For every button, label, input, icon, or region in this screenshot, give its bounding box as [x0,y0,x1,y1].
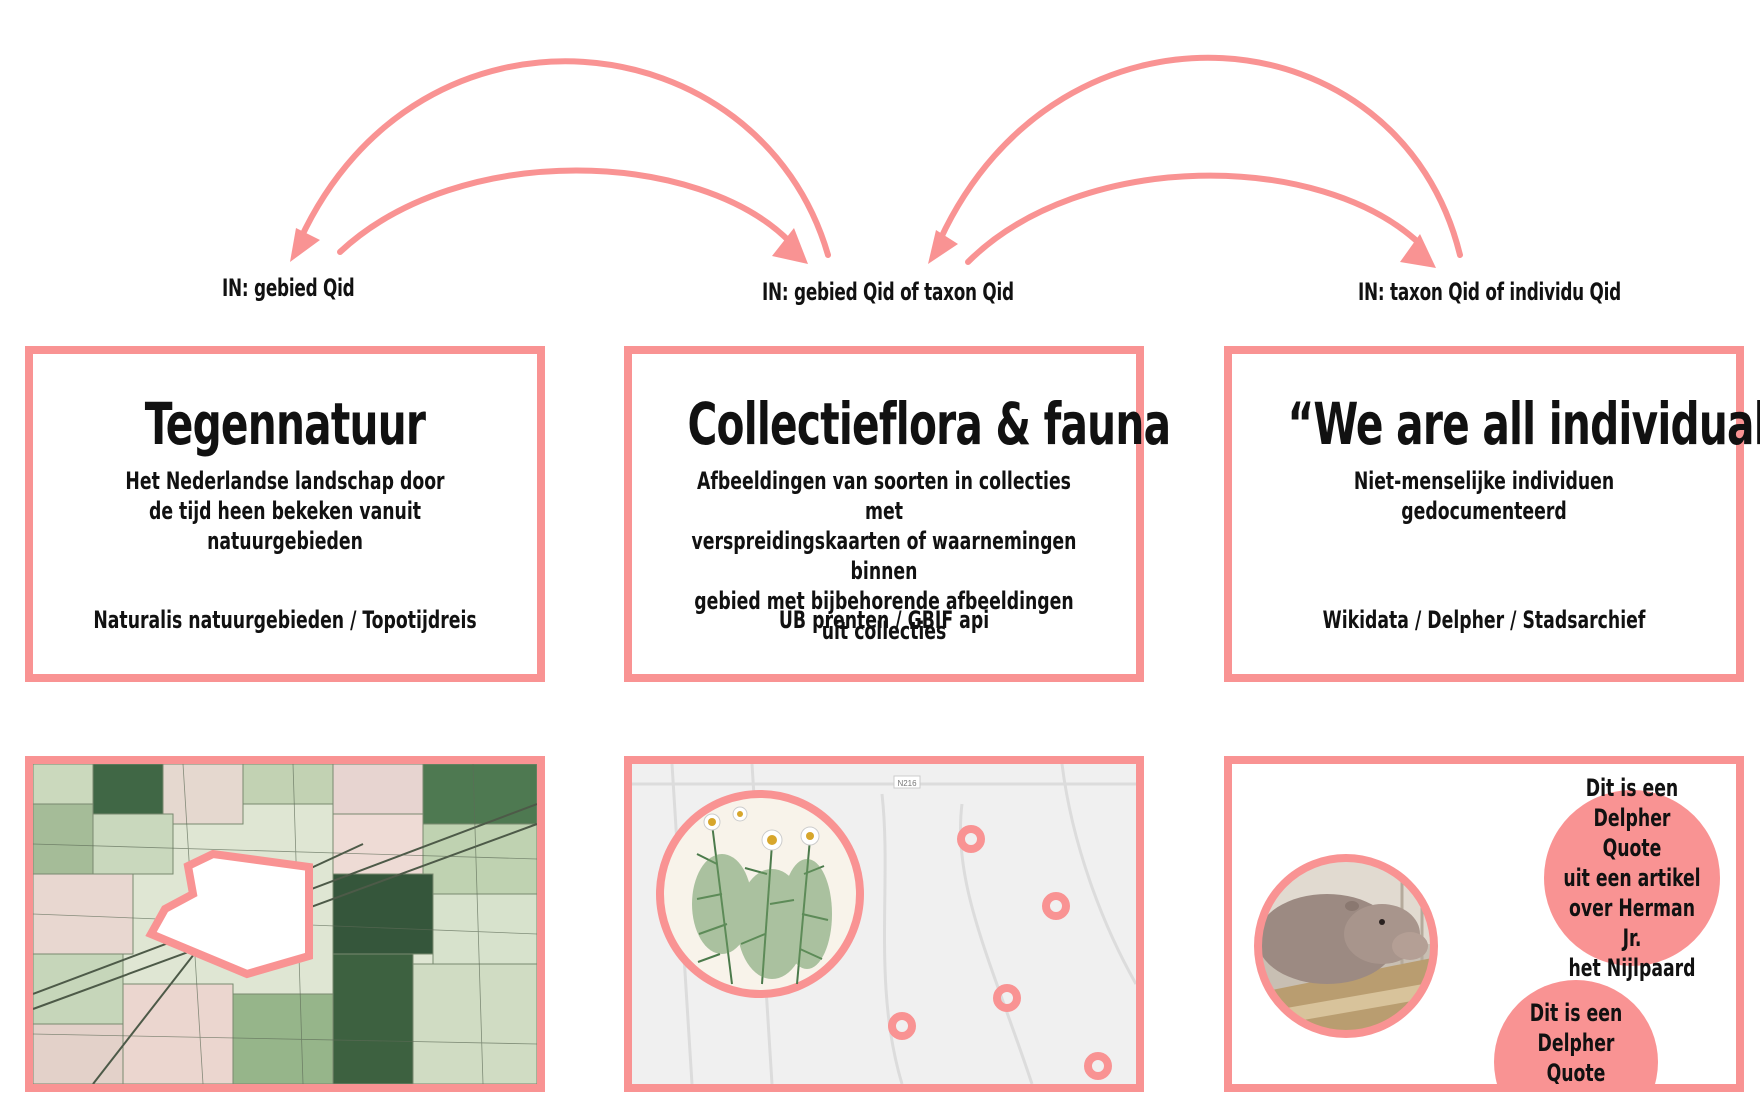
arrowhead-icon [1400,234,1436,268]
historic-map-panel [25,756,545,1092]
arrowhead-icon [928,230,958,264]
card-sources: UB prenten / GBIF api [778,606,990,634]
input-label-gebied: IN: gebied Qid [222,274,355,302]
card-sources: Wikidata / Delpher / Stadsarchief [1322,606,1646,634]
card-title: “We are all individuals” [1287,390,1760,458]
road-label: N216 [897,779,917,788]
card-tegennatuur: Tegennatuur Het Nederlandse landschap do… [25,346,545,682]
input-label-gebied-taxon: IN: gebied Qid of taxon Qid [762,278,1014,306]
arrowhead-icon [290,228,320,262]
input-label-taxon-individu: IN: taxon Qid of individu Qid [1358,278,1621,306]
delpher-quote-bubble: Dit is een Delpher Quote uit een artikel… [1544,774,1720,982]
distribution-map-panel: N216 [624,756,1144,1092]
card-sources: Naturalis natuurgebieden / Topotijdreis [93,606,477,634]
arrow-coll-to-ind [965,172,1423,265]
card-description: Niet-menselijke individuen gedocumenteer… [1353,467,1615,525]
card-title: Tegennatuur [144,390,426,458]
card-description: Het Nederlandse landschap door de tijd h… [125,467,445,555]
card-individuals: “We are all individuals” Niet-menselijke… [1224,346,1760,682]
historic-map-image [33,764,537,1084]
distribution-map-image: N216 [632,764,1136,1084]
individuals-panel: Dit is een Delpher Quote uit een artikel… [1224,756,1744,1092]
card-title: Collectieflora & fauna [687,390,1171,458]
arrow-coll-to-tegen [297,58,831,258]
quote-text: Dit is een Delpher Quote uit een artikel… [1563,774,1701,982]
arrow-tegen-to-coll [337,167,793,255]
card-collectieflora: Collectieflora & fauna Afbeeldingen van … [624,346,1171,682]
quote-text: Dit is een Delpher Quote uit een artikel [1529,999,1623,1087]
